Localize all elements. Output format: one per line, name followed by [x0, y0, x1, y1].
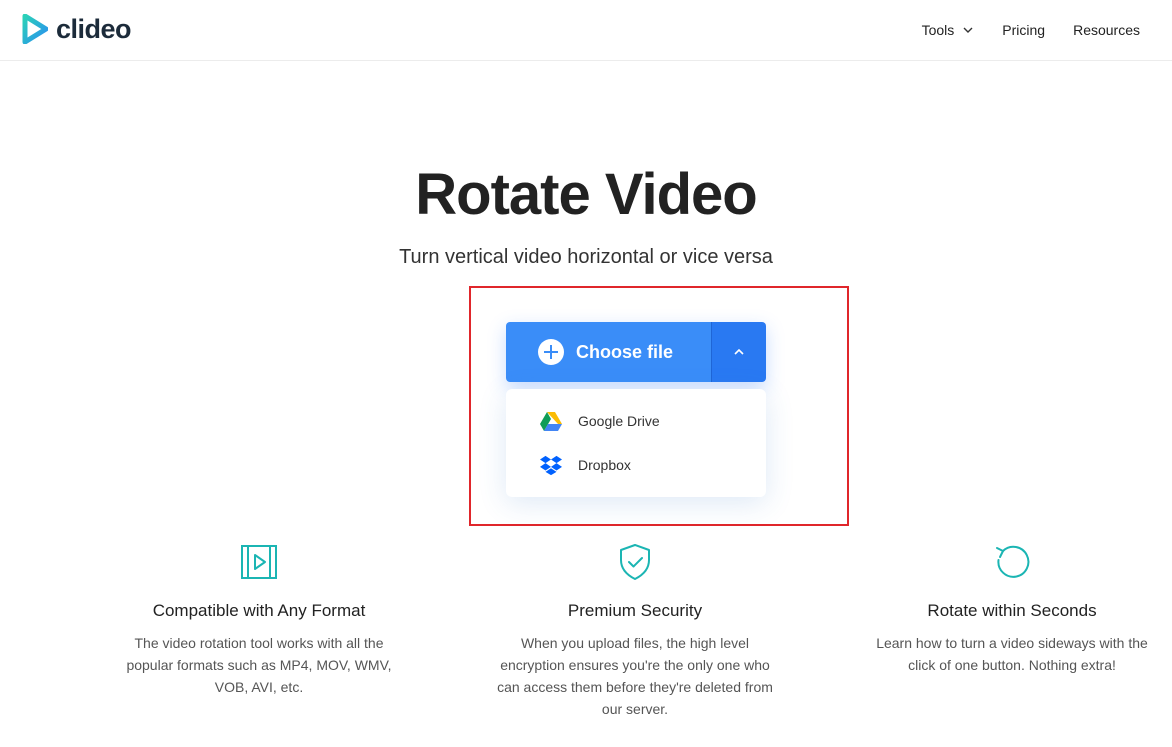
logo-text: clideo	[56, 14, 132, 44]
choose-file-control: Choose file	[506, 322, 766, 382]
nav-pricing-label: Pricing	[1002, 22, 1046, 38]
plus-icon	[538, 339, 564, 365]
feature-description: Learn how to turn a video sideways with …	[876, 635, 1148, 673]
nav-pricing[interactable]: Pricing	[1002, 22, 1045, 38]
chevron-down-icon	[963, 27, 973, 33]
page-subtitle: Turn vertical video horizontal or vice v…	[399, 246, 773, 268]
google-drive-icon	[540, 412, 562, 431]
feature-description: The video rotation tool works with all t…	[126, 635, 392, 695]
nav-tools[interactable]: Tools	[922, 22, 975, 38]
feature-security: Premium Security When you upload files, …	[475, 542, 795, 720]
choose-file-label: Choose file	[576, 341, 674, 362]
page-title: Rotate Video	[415, 162, 757, 227]
nav-resources-label: Resources	[1073, 22, 1140, 38]
upload-options-dropdown: Google Drive Dropbox	[506, 389, 766, 497]
clideo-logo-icon	[22, 14, 48, 44]
feature-title: Premium Security	[567, 601, 703, 620]
option-dropbox-label: Dropbox	[578, 457, 631, 473]
choose-file-button[interactable]: Choose file	[506, 322, 711, 382]
chevron-up-icon	[734, 348, 744, 355]
option-google-drive[interactable]: Google Drive	[506, 399, 766, 443]
dropbox-icon	[540, 455, 562, 476]
rotate-icon	[996, 545, 1030, 578]
site-header: clideo Tools Pricing Resources	[0, 0, 1172, 61]
upload-options-toggle[interactable]	[711, 322, 766, 382]
clideo-logo[interactable]: clideo	[22, 13, 132, 45]
shield-check-icon	[620, 544, 650, 580]
nav-resources[interactable]: Resources	[1073, 22, 1140, 38]
nav-tools-label: Tools	[921, 22, 955, 38]
feature-speed: Rotate within Seconds Learn how to turn …	[852, 542, 1172, 676]
option-google-drive-label: Google Drive	[578, 413, 660, 429]
video-format-icon	[241, 545, 277, 579]
feature-format: Compatible with Any Format The video rot…	[99, 542, 419, 698]
option-dropbox[interactable]: Dropbox	[506, 443, 766, 487]
main-nav: Tools Pricing Resources	[922, 0, 1140, 60]
feature-description: When you upload files, the high level en…	[497, 635, 773, 717]
feature-title: Compatible with Any Format	[152, 601, 366, 620]
feature-title: Rotate within Seconds	[927, 601, 1097, 620]
